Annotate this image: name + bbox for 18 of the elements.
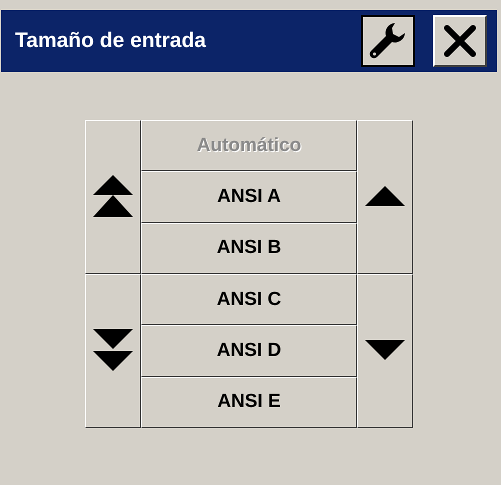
scroll-up-button[interactable] [357,120,413,274]
size-option[interactable]: ANSI A [141,171,357,223]
double-down-arrow-icon [93,329,133,373]
down-arrow-icon [365,340,405,362]
size-option[interactable]: ANSI E [141,376,357,428]
size-option[interactable]: ANSI D [141,325,357,377]
double-up-arrow-icon [93,175,133,219]
scroll-down-button[interactable] [357,274,413,428]
window-title: Tamaño de entrada [15,29,207,53]
size-option[interactable]: ANSI B [141,222,357,274]
page-up-button[interactable] [85,120,141,274]
close-icon [443,24,477,58]
size-option[interactable]: ANSI C [141,274,357,326]
close-button[interactable] [433,15,487,67]
up-arrow-icon [365,186,405,208]
settings-button[interactable] [361,15,415,67]
wrench-icon [368,21,408,61]
page-down-button[interactable] [85,274,141,428]
